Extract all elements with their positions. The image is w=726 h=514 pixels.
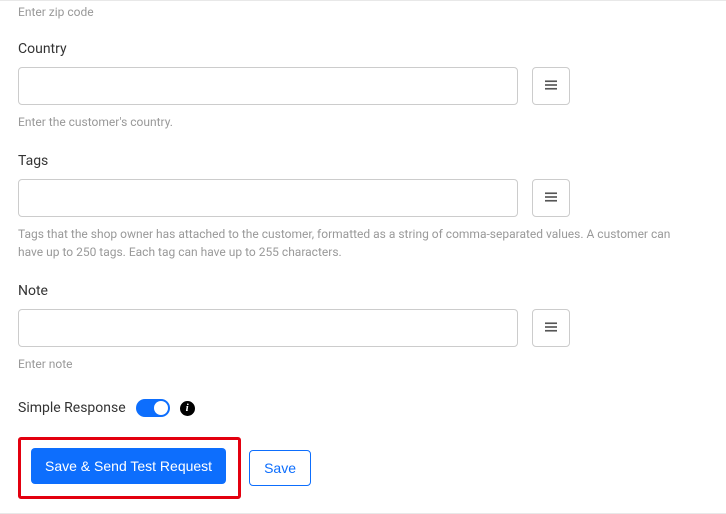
country-row [18,67,708,105]
simple-response-label: Simple Response [18,400,126,416]
note-menu-button[interactable] [532,309,570,347]
tags-field: Tags Tags that the shop owner has attach… [18,153,708,261]
info-icon[interactable]: i [180,401,195,416]
simple-response-row: Simple Response i [18,399,708,417]
tags-label: Tags [18,153,708,169]
country-input[interactable] [18,67,518,105]
tags-row [18,179,708,217]
country-menu-button[interactable] [532,67,570,105]
toggle-knob [154,401,168,415]
note-input[interactable] [18,309,518,347]
menu-icon [542,318,560,339]
note-label: Note [18,283,708,299]
zip-helper-text: Enter zip code [18,5,708,19]
note-field: Note Enter note [18,283,708,373]
tags-input[interactable] [18,179,518,217]
button-row: Save & Send Test Request Save [18,437,708,499]
country-helper-text: Enter the customer's country. [18,113,698,131]
note-helper-text: Enter note [18,355,698,373]
highlight-box: Save & Send Test Request [18,437,241,499]
country-field: Country Enter the customer's country. [18,41,708,131]
simple-response-toggle[interactable] [136,399,170,417]
country-label: Country [18,41,708,57]
tags-helper-text: Tags that the shop owner has attached to… [18,225,698,261]
menu-icon [542,188,560,209]
form-container: Enter zip code Country Enter the custome… [0,0,726,514]
save-button[interactable]: Save [249,450,311,486]
note-row [18,309,708,347]
menu-icon [542,76,560,97]
save-send-test-button[interactable]: Save & Send Test Request [31,448,226,484]
tags-menu-button[interactable] [532,179,570,217]
